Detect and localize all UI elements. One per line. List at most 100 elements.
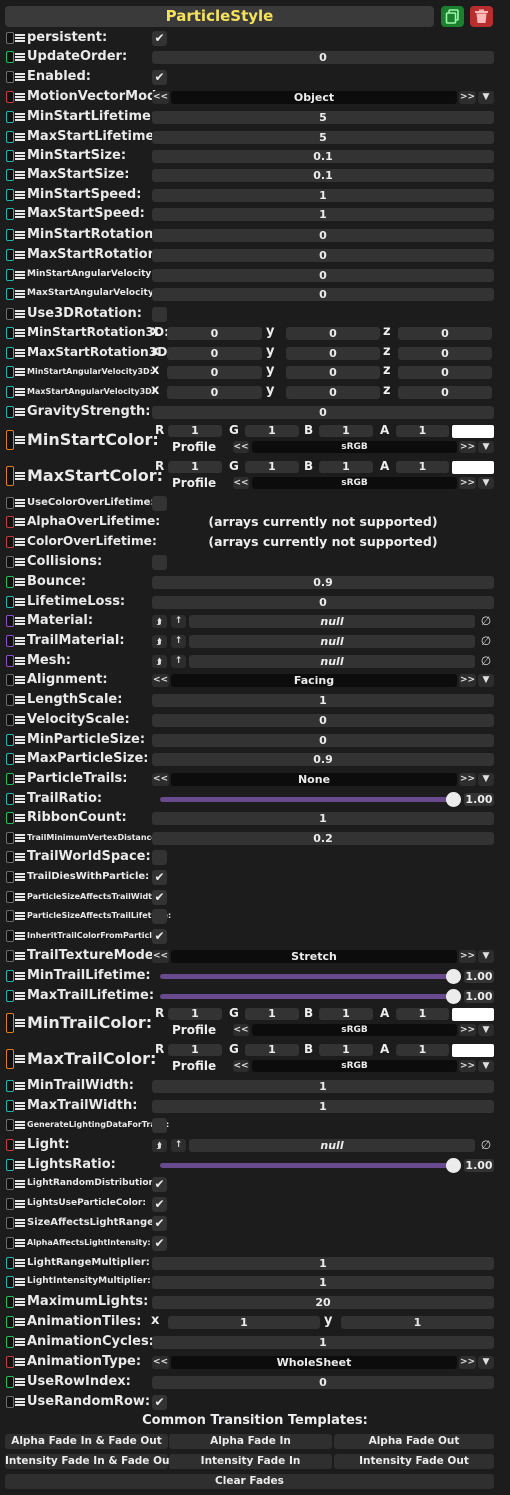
checkbox[interactable]: ✔: [152, 1235, 167, 1251]
vector-z-field[interactable]: 0: [398, 326, 492, 340]
property-toggle[interactable]: [6, 1139, 14, 1151]
drag-handle-icon[interactable]: [15, 1298, 25, 1306]
navigate-asset-button[interactable]: ⮭: [152, 1138, 167, 1152]
property-toggle[interactable]: [6, 1316, 14, 1328]
drag-handle-icon[interactable]: [15, 408, 25, 416]
drag-handle-icon[interactable]: [15, 349, 25, 357]
drag-handle-icon[interactable]: [15, 271, 25, 279]
property-toggle[interactable]: [6, 249, 14, 261]
vector-x-field[interactable]: 1: [168, 1315, 320, 1329]
drag-handle-icon[interactable]: [15, 1358, 25, 1366]
property-toggle[interactable]: [6, 714, 14, 726]
drag-handle-icon[interactable]: [15, 932, 25, 940]
clear-asset-icon[interactable]: ∅: [478, 654, 494, 668]
property-toggle[interactable]: [6, 1198, 14, 1210]
profile-dropdown[interactable]: sRGB: [252, 441, 457, 453]
value-field[interactable]: 5: [152, 110, 494, 124]
checkbox[interactable]: ✔: [152, 1394, 167, 1410]
dropdown-value[interactable]: Facing: [171, 673, 457, 687]
property-toggle[interactable]: [6, 466, 14, 486]
vector-z-field[interactable]: 0: [398, 385, 492, 399]
channel-a-field[interactable]: 1: [396, 425, 449, 437]
drag-handle-icon[interactable]: [15, 251, 25, 259]
drag-handle-icon[interactable]: [15, 518, 25, 526]
vector-x-field[interactable]: 0: [167, 346, 262, 360]
drag-handle-icon[interactable]: [15, 73, 25, 81]
drag-handle-icon[interactable]: [15, 952, 25, 960]
property-toggle[interactable]: [6, 229, 14, 241]
property-toggle[interactable]: [6, 1159, 14, 1171]
chevron-down-icon[interactable]: ▼: [478, 477, 494, 489]
drag-handle-icon[interactable]: [15, 368, 25, 376]
drag-handle-icon[interactable]: [15, 775, 25, 783]
chevron-down-icon[interactable]: ▼: [478, 772, 494, 786]
vector-z-field[interactable]: 0: [398, 346, 492, 360]
profile-dropdown[interactable]: sRGB: [252, 1060, 457, 1072]
checkbox[interactable]: ✔: [152, 1196, 167, 1212]
value-field[interactable]: 1: [152, 693, 494, 707]
property-toggle[interactable]: [6, 51, 14, 63]
slider-value-field[interactable]: 1.00: [464, 989, 494, 1003]
select-asset-button[interactable]: ↑: [171, 634, 186, 648]
property-toggle[interactable]: [6, 635, 14, 647]
value-field[interactable]: 1: [152, 1079, 494, 1093]
alpha-fade-in-button[interactable]: Alpha Fade In: [169, 1434, 332, 1449]
vector-y-field[interactable]: 0: [286, 365, 380, 379]
property-toggle[interactable]: [6, 753, 14, 765]
channel-r-field[interactable]: 1: [168, 1044, 222, 1056]
drag-handle-icon[interactable]: [15, 716, 25, 724]
copy-button[interactable]: [441, 6, 464, 27]
slider-track[interactable]: [160, 993, 454, 999]
intensity-fade-in-and-fade-out-button[interactable]: Intensity Fade In & Fade Out: [5, 1454, 175, 1469]
channel-a-field[interactable]: 1: [396, 461, 449, 473]
property-toggle[interactable]: [6, 208, 14, 220]
property-toggle[interactable]: [6, 150, 14, 162]
vector-y-field[interactable]: 0: [286, 346, 380, 360]
value-field[interactable]: 1: [152, 207, 494, 221]
next-profile-button[interactable]: >>: [459, 477, 476, 489]
drag-handle-icon[interactable]: [15, 736, 25, 744]
drag-handle-icon[interactable]: [15, 499, 25, 507]
previous-profile-button[interactable]: <<: [233, 477, 249, 489]
value-field[interactable]: 0.1: [152, 168, 494, 182]
property-toggle[interactable]: [6, 1356, 14, 1368]
checkbox[interactable]: ✔: [152, 889, 167, 905]
property-toggle[interactable]: [6, 734, 14, 746]
previous-option-button[interactable]: <<: [152, 673, 169, 687]
slider-handle[interactable]: [446, 968, 461, 984]
value-field[interactable]: 1: [152, 1275, 494, 1289]
channel-a-field[interactable]: 1: [396, 1044, 449, 1056]
slider-track[interactable]: [160, 796, 454, 802]
previous-option-button[interactable]: <<: [152, 90, 169, 104]
vector-x-field[interactable]: 0: [167, 326, 262, 340]
value-field[interactable]: 0.1: [152, 149, 494, 163]
chevron-down-icon[interactable]: ▼: [478, 949, 494, 963]
property-toggle[interactable]: [6, 32, 14, 44]
property-toggle[interactable]: [6, 596, 14, 608]
drag-handle-icon[interactable]: [15, 617, 25, 625]
navigate-asset-button[interactable]: ⮭: [152, 654, 167, 668]
property-toggle[interactable]: [6, 269, 14, 281]
asset-field[interactable]: null: [189, 634, 475, 648]
color-swatch[interactable]: [452, 1008, 494, 1021]
channel-g-field[interactable]: 1: [245, 1044, 299, 1056]
vector-y-field[interactable]: 0: [286, 385, 380, 399]
checkbox[interactable]: [152, 306, 167, 322]
asset-field[interactable]: null: [189, 1138, 475, 1152]
drag-handle-icon[interactable]: [15, 676, 25, 684]
alpha-fade-in-and-fade-out-button[interactable]: Alpha Fade In & Fade Out: [5, 1434, 168, 1449]
drag-handle-icon[interactable]: [15, 329, 25, 337]
drag-handle-icon[interactable]: [15, 1239, 25, 1247]
drag-handle-icon[interactable]: [15, 34, 25, 42]
property-toggle[interactable]: [6, 576, 14, 588]
drag-handle-icon[interactable]: [15, 893, 25, 901]
drag-handle-icon[interactable]: [15, 152, 25, 160]
drag-handle-icon[interactable]: [15, 558, 25, 566]
property-toggle[interactable]: [6, 950, 14, 962]
property-toggle[interactable]: [6, 327, 14, 339]
color-swatch[interactable]: [452, 461, 494, 474]
drag-handle-icon[interactable]: [15, 1278, 25, 1286]
select-asset-button[interactable]: ↑: [171, 614, 186, 628]
drag-handle-icon[interactable]: [15, 538, 25, 546]
property-toggle[interactable]: [6, 556, 14, 568]
